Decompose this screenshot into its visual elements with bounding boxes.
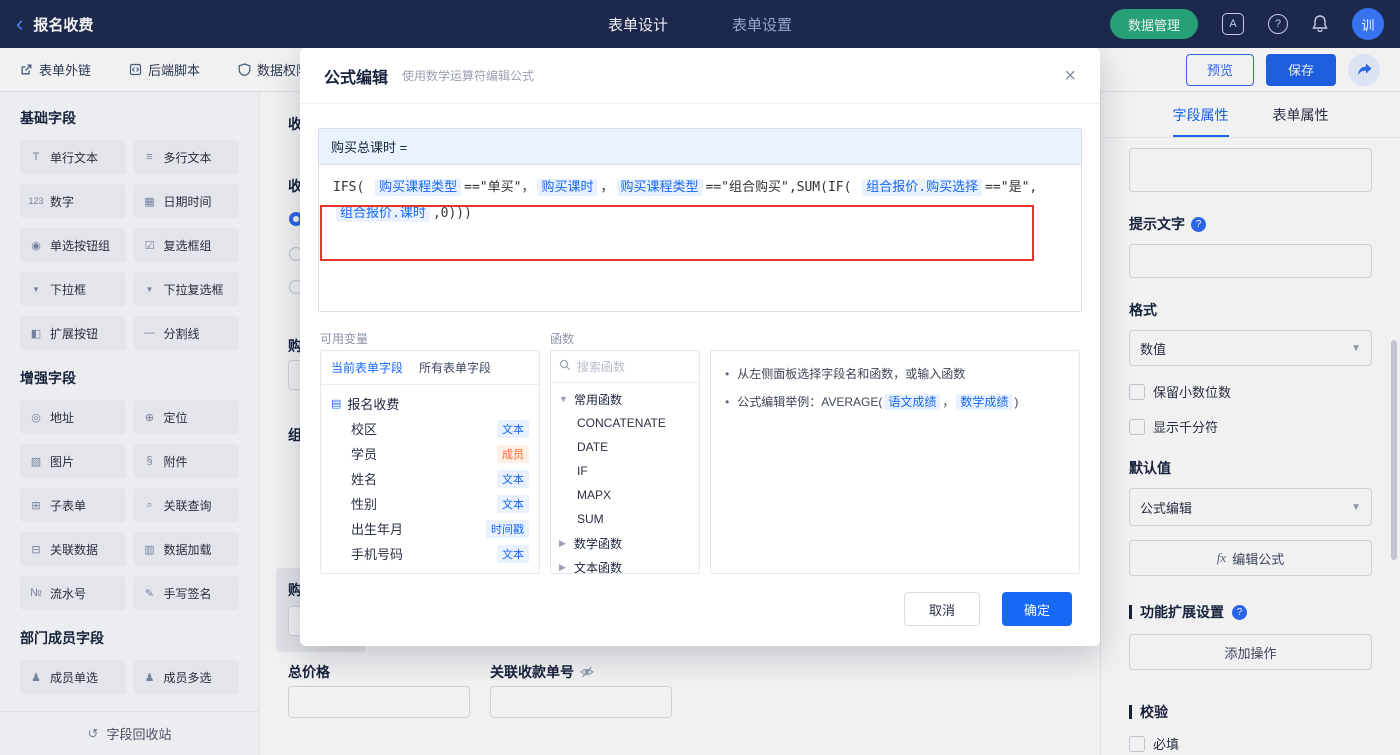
dialog-title: 公式编辑 [324, 69, 389, 87]
tree-root-form[interactable]: ▤ 报名收费 [331, 391, 529, 416]
function-search-input[interactable] [577, 359, 691, 374]
chevron-right-icon: ▶ [559, 561, 566, 572]
variable-name: 姓名 [351, 472, 378, 487]
variable-name: 性别 [351, 497, 378, 512]
formula-text: =="是", [985, 180, 1038, 195]
formula-text: ， [600, 180, 614, 195]
formula-text: IFS( [333, 180, 373, 195]
variable-item[interactable]: 手机号码 文本 [331, 541, 529, 566]
help-text: 公式编辑举例：AVERAGE( [737, 395, 883, 409]
help-line-1: • 从左侧面板选择字段名和函数，或输入函数 [725, 363, 1065, 385]
type-badge: 成员 [497, 444, 529, 463]
variable-name: 出生年月 [351, 522, 404, 537]
group-text-functions[interactable]: ▶ 文本函数 [551, 555, 699, 574]
help-panel: • 从左侧面板选择字段名和函数，或输入函数 • 公式编辑举例：AVERAGE(语… [710, 350, 1080, 574]
cancel-button[interactable]: 取消 [904, 592, 980, 626]
variable-item[interactable]: 学员 成员 [331, 441, 529, 466]
function-item[interactable]: IF [551, 459, 699, 483]
dialog-subtitle: 使用数学运算符编辑公式 [402, 69, 535, 83]
help-line-2: • 公式编辑举例：AVERAGE(语文成绩，数学成绩) [725, 391, 1065, 413]
type-badge: 文本 [497, 494, 529, 513]
formula-text: ,0))) [432, 206, 472, 221]
group-math-functions[interactable]: ▶ 数学函数 [551, 531, 699, 555]
field-token[interactable]: 组合报价.课时 [336, 205, 430, 222]
document-icon: ▤ [331, 398, 342, 410]
function-item[interactable]: CONCATENATE [551, 411, 699, 435]
app-screen: ‹ 报名收费 表单设计 表单设置 数据管理 A ? 训 表单外链 后端脚本 数据… [0, 0, 1400, 755]
help-example: 公式编辑举例：AVERAGE(语文成绩，数学成绩) [737, 391, 1018, 413]
chevron-down-icon: ▼ [559, 394, 568, 404]
tab-current-form-fields[interactable]: 当前表单字段 [331, 359, 403, 376]
group-label: 数学函数 [574, 536, 623, 551]
field-token[interactable]: 组合报价.购买选择 [862, 179, 983, 196]
function-item[interactable]: SUM [551, 507, 699, 531]
group-label: 文本函数 [574, 560, 623, 574]
formula-text: =="组合购买",SUM(IF( [705, 180, 860, 195]
variables-tabs: 当前表单字段 所有表单字段 [321, 351, 539, 385]
field-token: 数学成绩 [956, 394, 1013, 410]
variables-panel: 当前表单字段 所有表单字段 ▤ 报名收费 校区 文本 学员 成员 姓名 文本 性别 文本… [320, 350, 540, 574]
formula-line-2: 组合报价.课时 ,0))) [333, 201, 1067, 227]
field-token: 语文成绩 [884, 394, 941, 410]
variable-item[interactable]: 姓名 文本 [331, 466, 529, 491]
variable-item[interactable]: 性别 文本 [331, 491, 529, 516]
field-token[interactable]: 购买课时 [537, 179, 598, 196]
variable-name: 学员 [351, 447, 378, 462]
variables-tree: ▤ 报名收费 校区 文本 学员 成员 姓名 文本 性别 文本 出生年月 时间戳 手机号码文… [321, 385, 539, 572]
type-badge: 文本 [497, 544, 529, 563]
function-search [551, 351, 699, 383]
formula-input-area[interactable]: IFS( 购买课程类型 =="单买"， 购买课时，购买课程类型 =="组合购买",SU… [319, 165, 1081, 311]
type-badge: 文本 [497, 469, 529, 488]
functions-label: 函数 [550, 332, 575, 346]
functions-panel: ▼ 常用函数 CONCATENATE DATE IF MAPX SUM ▶ 数学函数… [550, 350, 700, 574]
variable-name: 手机号码 [351, 547, 404, 562]
close-icon[interactable]: × [1064, 66, 1076, 86]
bullet-dot: • [725, 395, 730, 409]
dialog-header: 公式编辑 使用数学运算符编辑公式 × [300, 48, 1100, 104]
search-icon [559, 358, 571, 376]
formula-edit-dialog: 公式编辑 使用数学运算符编辑公式 × 购买总课时 = IFS( 购买课程类型 ==… [300, 48, 1100, 646]
group-label: 常用函数 [574, 392, 623, 407]
function-list: ▼ 常用函数 CONCATENATE DATE IF MAPX SUM ▶ 数学函数… [551, 383, 699, 574]
help-text: 从左侧面板选择字段名和函数，或输入函数 [737, 367, 966, 381]
type-badge: 文本 [497, 419, 529, 438]
variable-item[interactable]: 出生年月 时间戳 [331, 516, 529, 541]
field-token[interactable]: 购买课程类型 [616, 179, 703, 196]
function-item[interactable]: DATE [551, 435, 699, 459]
variable-item[interactable]: 校区 文本 [331, 416, 529, 441]
chevron-right-icon: ▶ [559, 537, 566, 548]
help-text: ， [942, 395, 955, 409]
dialog-footer: 取消 确定 [904, 592, 1072, 626]
tab-all-form-fields[interactable]: 所有表单字段 [419, 359, 491, 376]
type-badge: 时间戳 [486, 519, 529, 538]
group-common-functions[interactable]: ▼ 常用函数 [551, 387, 699, 411]
field-token[interactable]: 购买课程类型 [375, 179, 462, 196]
formula-text: =="单买"， [464, 180, 535, 195]
variable-name: 校区 [351, 422, 378, 437]
formula-editor: 购买总课时 = IFS( 购买课程类型 =="单买"， 购买课时，购买课程类型 =="… [318, 128, 1082, 312]
formula-result-label: 购买总课时 = [319, 129, 1081, 165]
help-text: ) [1014, 395, 1019, 409]
confirm-button[interactable]: 确定 [1002, 592, 1072, 626]
formula-line-1: IFS( 购买课程类型 =="单买"， 购买课时，购买课程类型 =="组合购买",SU… [333, 175, 1067, 201]
available-vars-label: 可用变量 [320, 332, 369, 346]
tree-root-label: 报名收费 [347, 397, 400, 412]
bullet-dot: • [725, 367, 730, 381]
function-item[interactable]: MAPX [551, 483, 699, 507]
